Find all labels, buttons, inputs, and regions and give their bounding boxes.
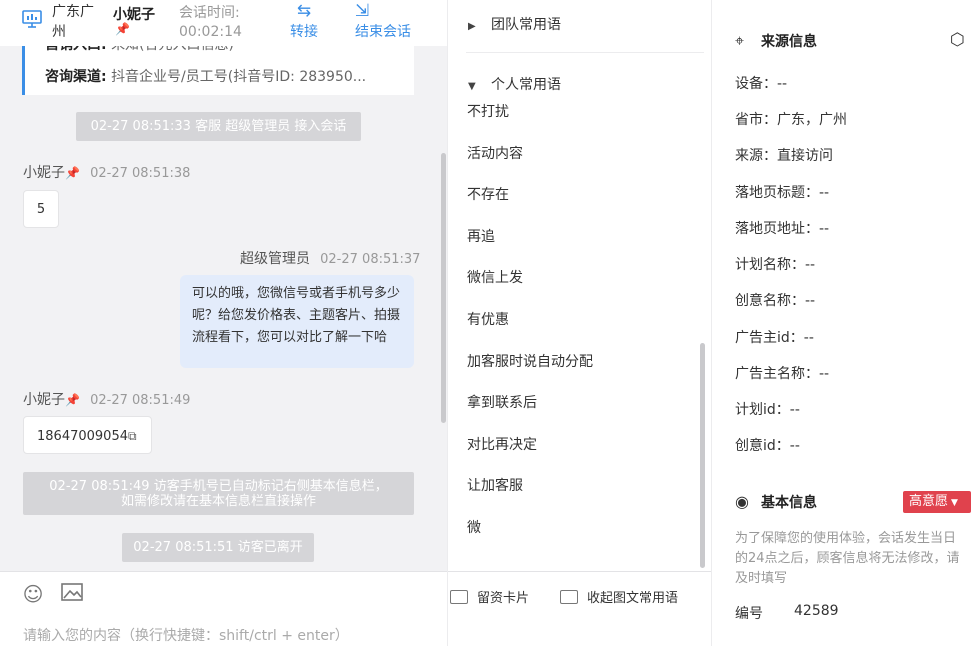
source-info-row: 创意名称：-- [735, 293, 816, 309]
phrase-item[interactable]: 活动内容 [467, 143, 523, 163]
system-message-left: 02-27 08:51:51 访客已离开 [122, 533, 314, 562]
settings-icon[interactable]: ⬡ [950, 30, 965, 50]
visitor-location: 广东广州 [52, 4, 94, 40]
quick-phrases-panel: ▶ 团队常用语 ▼ 个人常用语 不打扰 活动内容 不存在 再追 微信上发 有优惠 加… [447, 0, 712, 646]
chat-panel: 营销入口: 未知(合元入口信息) 咨询渠道: 抖音企业号/员工号(抖音号ID: … [0, 0, 447, 646]
sender-name: 小妮子 [23, 392, 65, 408]
basic-info-note: 为了保障您的使用体验，会话发生当日的24点之后，顾客信息将无法修改，请及时填写 [735, 531, 960, 586]
session-time: 00:02:14 [179, 24, 242, 40]
phrase-item[interactable]: 有优惠 [467, 309, 509, 329]
phone-number-text: 18647009054 [37, 429, 128, 444]
personal-phrases-header[interactable]: ▼ 个人常用语 [468, 74, 561, 94]
sender-name: 小妮子 [23, 165, 65, 181]
consult-channel-row: 咨询渠道: 抖音企业号/员工号(抖音号ID: 283950... [45, 66, 366, 86]
end-session-button[interactable]: ⇲ 结束会话 [355, 0, 419, 42]
system-message-join: 02-27 08:51:33 客服 超级管理员 接入会话 [76, 112, 361, 141]
copy-icon[interactable]: ⧉ [128, 429, 137, 443]
team-phrases-label: 团队常用语 [491, 17, 561, 33]
phrase-item[interactable]: 不存在 [467, 184, 509, 204]
system-message-line: 02-27 08:51:49 访客手机号已自动标记右侧基本信息栏， [49, 479, 388, 494]
divider [466, 52, 704, 53]
exit-icon: ⇲ [355, 1, 370, 21]
chat-header: 广东广州 小妮子 📌 会话时间: 00:02:14 ⇆ 转接 ⇲ 结束会话 [0, 0, 447, 46]
message-meta: 小妮子📌 02-27 08:51:38 [23, 162, 190, 182]
location-pin-icon: ⌖ [735, 31, 745, 50]
basic-info-title: 基本信息 [761, 495, 817, 511]
system-message-phone-tagged: 02-27 08:51:49 访客手机号已自动标记右侧基本信息栏， 如需修改请在… [23, 472, 414, 515]
lead-card-button[interactable]: 留资卡片 [450, 587, 529, 606]
chat-scrollbar[interactable] [441, 153, 446, 423]
source-info-row: 广告主id：-- [735, 330, 814, 346]
image-icon[interactable] [60, 582, 84, 606]
source-info-row: 落地页地址：-- [735, 221, 830, 237]
collapse-phrases-label: 收起图文常用语 [587, 591, 679, 606]
source-info-row: 创意id：-- [735, 438, 800, 454]
red-pin-icon: 📌 [115, 22, 130, 36]
user-circle-icon: ◉ [735, 492, 749, 511]
message-meta: 小妮子📌 02-27 08:51:49 [23, 389, 190, 409]
customer-code-label: 编号 [735, 606, 763, 622]
message-meta: 超级管理员 02-27 08:51:37 [240, 248, 420, 268]
source-info-row: 广告主名称：-- [735, 366, 830, 382]
phrase-item[interactable]: 不打扰 [467, 101, 509, 121]
image-glyph [61, 583, 83, 601]
lead-card-label: 留资卡片 [477, 591, 530, 606]
phrase-item[interactable]: 加客服时说自动分配 [467, 351, 593, 371]
red-pin-icon: 📌 [65, 393, 80, 407]
phrase-item[interactable]: 再追 [467, 226, 495, 246]
message-time: 02-27 08:51:49 [90, 393, 191, 408]
message-icon [560, 590, 578, 604]
agent-message-bubble: 可以的哦，您微信号或者手机号多少呢？给您发价格表、主题客片、拍摄流程看下，您可以… [180, 275, 414, 368]
team-phrases-header[interactable]: ▶ 团队常用语 [468, 14, 561, 34]
transfer-button[interactable]: ⇆ 转接 [287, 0, 321, 42]
card-icon [450, 590, 468, 604]
sender-name: 超级管理员 [240, 251, 310, 267]
visitor-message-bubble: 5 [23, 190, 59, 228]
source-info-row: 落地页标题：-- [735, 185, 830, 201]
end-session-label: 结束会话 [355, 24, 411, 40]
emoji-icon[interactable]: ☺ [21, 582, 45, 606]
phrases-footer: 留资卡片 收起图文常用语 [448, 571, 712, 646]
consult-channel-value: 抖音企业号/员工号(抖音号ID: 283950... [111, 69, 367, 85]
phrases-scrollbar[interactable] [700, 343, 705, 568]
visitor-message-bubble: 18647009054⧉ [23, 416, 152, 454]
source-info-row: 设备：-- [735, 76, 788, 92]
intent-level-select[interactable]: 高意愿 ▼ [903, 491, 971, 513]
caret-down-icon: ▼ [468, 81, 476, 92]
collapse-phrases-button[interactable]: 收起图文常用语 [560, 587, 678, 606]
message-input-area: ☺ 请输入您的内容（换行快捷键：shift/ctrl + enter） [0, 571, 447, 646]
consult-channel-label: 咨询渠道: [45, 69, 107, 85]
customer-code-value: 42589 [794, 603, 839, 619]
session-time-label: 会话时间: [179, 5, 240, 21]
phrase-item[interactable]: 拿到联系后 [467, 392, 537, 412]
caret-down-icon: ▼ [951, 498, 958, 508]
source-info-row: 计划名称：-- [735, 257, 816, 273]
source-info-row: 计划id：-- [735, 402, 800, 418]
phrase-item[interactable]: 让加客服 [467, 475, 523, 495]
message-time: 02-27 08:51:37 [320, 252, 421, 267]
intent-level-value: 高意愿 [909, 494, 949, 509]
phrase-item[interactable]: 微信上发 [467, 267, 523, 287]
source-info-row: 省市：广东，广州 [735, 112, 847, 128]
transfer-label: 转接 [290, 24, 318, 40]
message-input[interactable]: 请输入您的内容（换行快捷键：shift/ctrl + enter） [23, 625, 349, 645]
visitor-detail-panel: ⌖ 来源信息 ⬡ 设备：-- 省市：广东，广州 来源：直接访问 落地页标题：-- … [711, 0, 972, 646]
red-pin-icon: 📌 [65, 166, 80, 180]
message-time: 02-27 08:51:38 [90, 166, 191, 181]
monitor-icon [22, 10, 42, 28]
source-info-title: 来源信息 [761, 34, 817, 50]
system-message-line: 如需修改请在基本信息栏直接操作 [120, 494, 316, 509]
transfer-icon: ⇆ [296, 1, 312, 21]
source-info-row: 来源：直接访问 [735, 148, 833, 164]
caret-right-icon: ▶ [468, 21, 476, 32]
personal-phrases-label: 个人常用语 [491, 77, 561, 93]
basic-info-header: ◉ 基本信息 [735, 492, 817, 512]
phrase-item[interactable]: 对比再决定 [467, 434, 537, 454]
source-info-header: ⌖ 来源信息 [735, 31, 817, 51]
phrase-item[interactable]: 微 [467, 517, 481, 537]
